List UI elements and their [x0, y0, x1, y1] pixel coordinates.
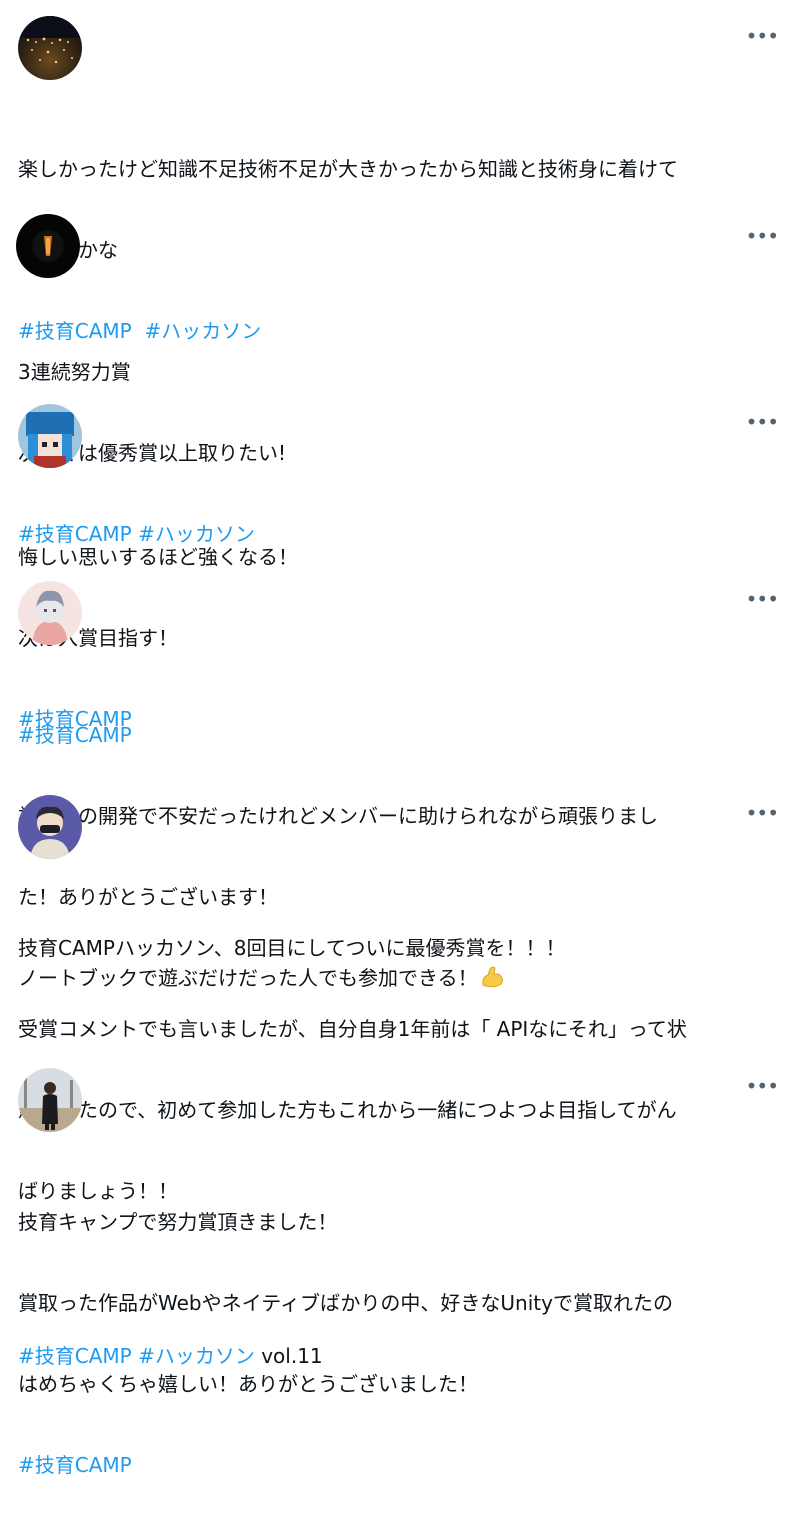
more-options-icon[interactable]: •••	[746, 26, 779, 46]
avatar[interactable]	[18, 16, 82, 80]
avatar[interactable]	[18, 404, 82, 468]
post-line: 技育CAMPハッカソン、8回目にしてついに最優秀賞を！！！	[18, 936, 566, 960]
post-line: 技育キャンプで努力賞頂きました！	[18, 1210, 338, 1234]
more-options-icon[interactable]: •••	[746, 412, 779, 432]
post-line: はめちゃくちゃ嬉しい！ありがとうございました！	[18, 1372, 478, 1396]
more-options-icon[interactable]: •••	[746, 226, 779, 246]
avatar[interactable]	[18, 1068, 82, 1132]
hashtag-line: #技育CAMP	[18, 1452, 776, 1479]
post-line: 3連続努力賞	[18, 360, 131, 384]
post-text: 技育キャンプで努力賞頂きました！ 賞取った作品がWebやネイティブばかりの中、好…	[18, 1155, 776, 1533]
post-line: 次は入賞目指す！	[18, 626, 178, 650]
hashtag-link[interactable]: #技育CAMP	[18, 1453, 132, 1477]
avatar[interactable]	[18, 581, 82, 645]
post-line: 賞取った作品がWebやネイティブばかりの中、好きなUnityで賞取れたの	[18, 1291, 673, 1315]
post-line: 再挑戦かな	[18, 237, 776, 264]
post-line: 次こそは優秀賞以上取りたい!	[18, 441, 287, 465]
post-line: 楽しかったけど知識不足技術不足が大きかったから知識と技術身に着けて	[18, 157, 678, 181]
post-line: 初めての開発で不安だったけれどメンバーに助けられながら頑張りまし	[18, 804, 658, 828]
more-options-icon[interactable]: •••	[746, 803, 779, 823]
avatar[interactable]	[18, 795, 82, 859]
post-line: 受賞コメントでも言いましたが、自分自身1年前は「 APIなにそれ」って状	[18, 1017, 687, 1041]
hashtag-line: #技育CAMP	[18, 722, 776, 749]
post-line: 悔しい思いするほど強くなる！	[18, 545, 298, 569]
hashtag-link[interactable]: #技育CAMP	[18, 723, 132, 747]
more-options-icon[interactable]: •••	[746, 589, 779, 609]
post-line: 態だったので、初めて参加した方もこれから一緒につよつよ目指してがん	[18, 1098, 677, 1122]
more-options-icon[interactable]: •••	[746, 1076, 779, 1096]
avatar[interactable]	[16, 214, 80, 278]
